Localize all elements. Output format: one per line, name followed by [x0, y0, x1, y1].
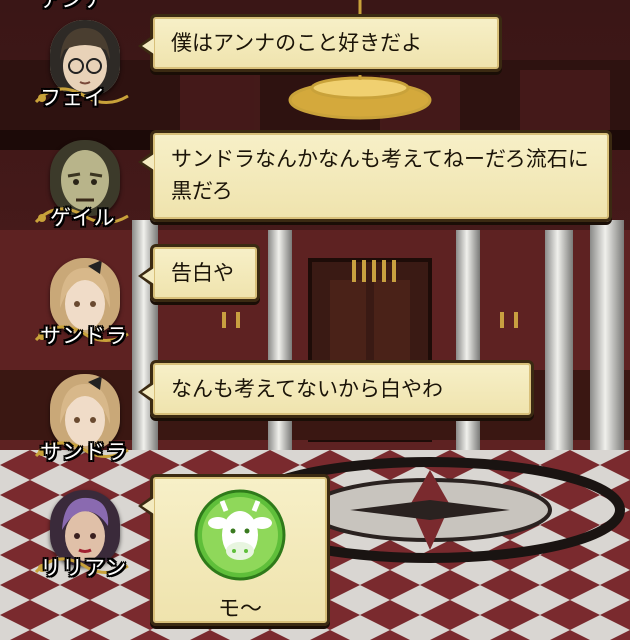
speaker-name: フェイ: [40, 86, 106, 110]
bubble-tail-icon: [138, 495, 154, 517]
bubble-tail-icon: [138, 265, 154, 287]
message-text: 告白や: [171, 261, 234, 285]
message-text: 僕はアンナのこと好きだよ: [171, 31, 423, 55]
message-bubble: サンドラなんかなんも考えてねーだろ流石に黒だろ: [138, 130, 612, 222]
stamp-label: モ〜: [217, 597, 262, 622]
message-bubble: 僕はアンナのこと好きだよ: [138, 14, 502, 72]
speaker-name: サンドラ: [40, 440, 128, 464]
speaker-name: リリアン: [40, 556, 128, 580]
game-chat-screen: アンナ フェイ 僕はアンナのこと好きだよ ゲイル サンドラなんかなんも考えてねー…: [0, 0, 630, 640]
message-text: なんも考えてないから白やわ: [171, 377, 443, 401]
message-bubble: なんも考えてないから白やわ: [138, 360, 534, 418]
speaker-name: サンドラ: [40, 324, 128, 348]
cow-face-icon: [194, 489, 286, 581]
bubble-tail-icon: [138, 381, 154, 403]
bubble-tail-icon: [138, 35, 154, 57]
message-bubble: 告白や: [138, 244, 260, 302]
speaker-name: ゲイル: [50, 206, 116, 230]
partial-speaker-name: アンナ: [40, 0, 106, 12]
bubble-tail-icon: [138, 151, 154, 173]
stamp-bubble: モ〜: [138, 474, 330, 626]
message-text: サンドラなんかなんも考えてねーだろ流石に黒だろ: [171, 147, 589, 203]
